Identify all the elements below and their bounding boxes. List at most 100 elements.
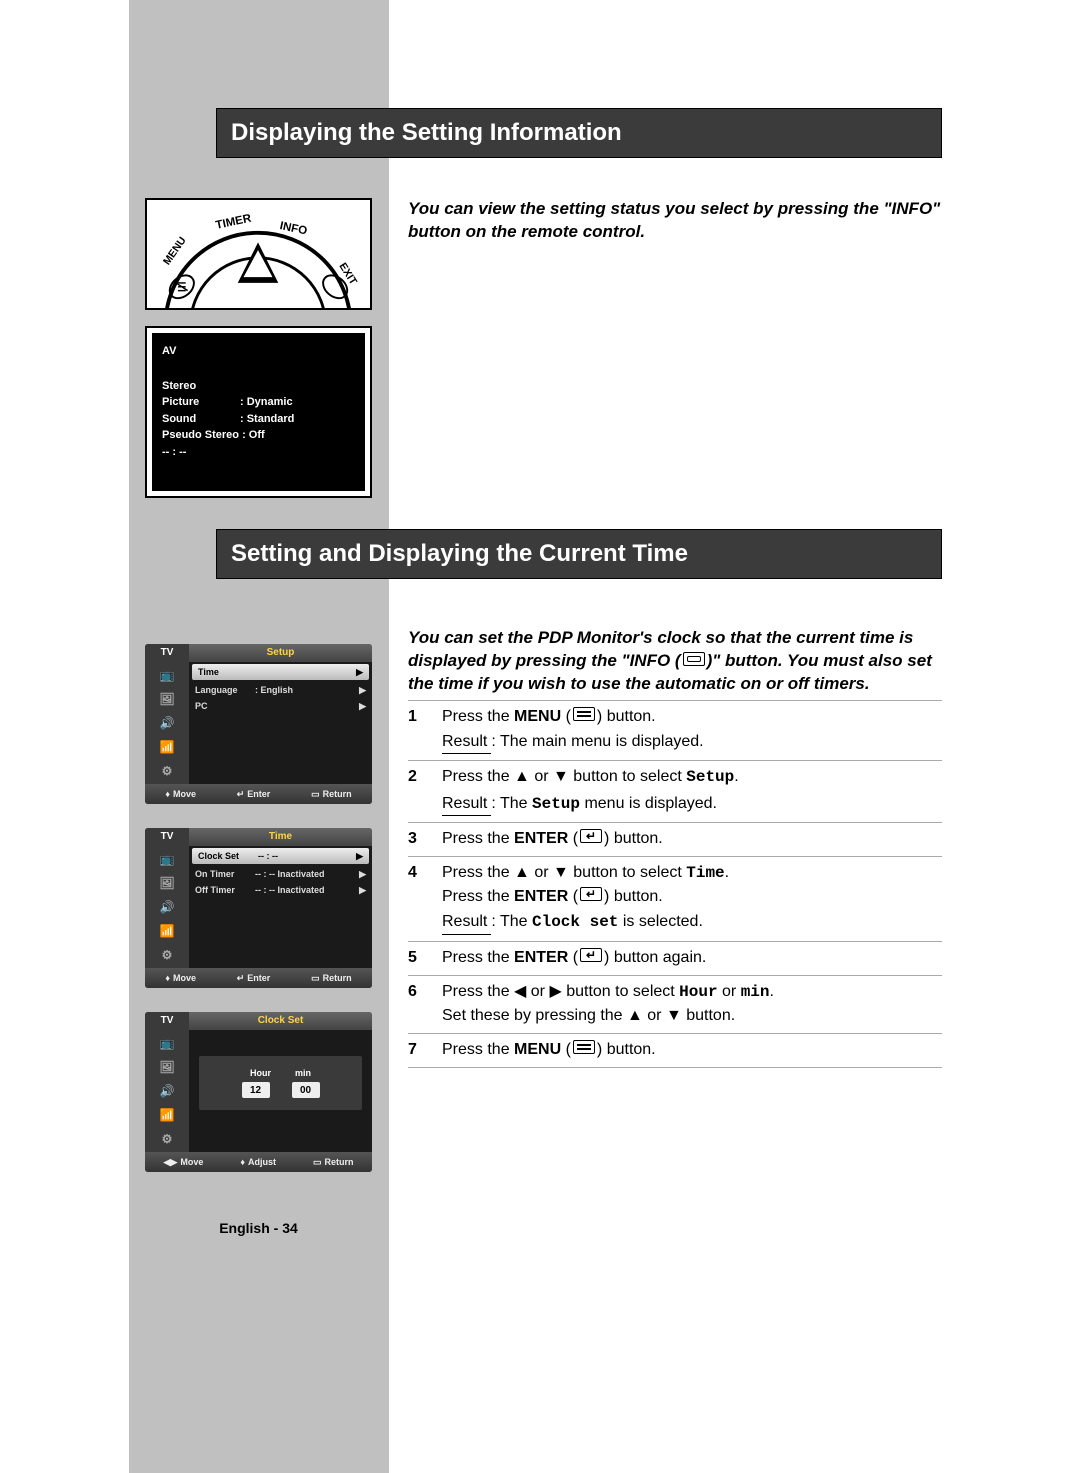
menu-icon xyxy=(573,1040,595,1054)
step-text: ( xyxy=(568,888,578,905)
osd-footer-move-2: ♦ Move xyxy=(165,973,196,983)
osd-row: PC ▶ xyxy=(189,698,372,714)
osd-footer-move-3: ◀▶ Move xyxy=(164,1157,204,1168)
osd-tv-label: TV xyxy=(145,644,189,662)
enter-icon xyxy=(580,948,602,962)
intro-text-1: You can view the setting status you sele… xyxy=(408,198,942,244)
step-text: ) button. xyxy=(597,708,656,725)
step-number: 4 xyxy=(408,861,442,935)
step-text: Press the xyxy=(442,1041,514,1058)
section-title-2-text: Setting and Displaying the Current Time xyxy=(231,540,688,567)
result-label: Result xyxy=(442,792,491,816)
step-text: or xyxy=(718,983,741,1000)
step-text: Time xyxy=(686,864,724,882)
result-value: The Setup menu is displayed. xyxy=(500,795,717,812)
step-text: ) button. xyxy=(604,888,663,905)
osd-row-key: Off Timer xyxy=(195,885,251,895)
step-text: MENU xyxy=(514,1041,561,1058)
osd-row-key: Clock Set xyxy=(198,851,254,861)
osd-icon-setup: ⚙ xyxy=(156,762,178,780)
osd-icon-picture: 🖼 xyxy=(156,690,178,708)
menu-icon xyxy=(573,707,595,721)
osd-row-key: Language xyxy=(195,685,251,695)
remote-timer-label: TIMER xyxy=(215,213,253,232)
step-text: The xyxy=(500,795,532,812)
osd-footer-return: ▭ Return xyxy=(311,789,352,800)
step-row: 1Press the MENU () button.Result: The ma… xyxy=(408,700,942,761)
step-row: 7Press the MENU () button. xyxy=(408,1034,942,1068)
info-sound-v: : Standard xyxy=(240,411,294,428)
info-osd-screenshot: AV Stereo Picture : Dynamic Sound : Stan… xyxy=(145,326,372,498)
osd-row-arrow: ▶ xyxy=(353,851,363,862)
osd-setup-screenshot: TV Setup 📺 🖼 🔊 📶 ⚙ Time▶Language: Englis… xyxy=(145,644,372,804)
osd-tv-label-2: TV xyxy=(145,828,189,846)
result-label: Result xyxy=(442,730,491,754)
step-body: Press the ENTER () button. xyxy=(442,827,942,850)
osd-icon-channel-2: 📶 xyxy=(156,922,178,940)
result-value: The Clock set is selected. xyxy=(500,913,703,930)
osd-row: On Timer-- : -- Inactivated▶ xyxy=(189,866,372,882)
section-title-1: Displaying the Setting Information xyxy=(216,108,942,158)
osd-row-arrow: ▶ xyxy=(356,701,366,712)
osd-row-key: PC xyxy=(195,701,251,711)
osd-footer-return-3: ▭ Return xyxy=(313,1157,354,1168)
step-text: Press the ▲ or ▼ button to select xyxy=(442,768,686,785)
step-body: Press the ENTER () button again. xyxy=(442,946,942,969)
osd-footer-return-2: ▭ Return xyxy=(311,973,352,984)
step-number: 1 xyxy=(408,705,442,754)
step-body: Press the ▲ or ▼ button to select Setup.… xyxy=(442,765,942,815)
osd-footer-enter-2: ↵ Enter xyxy=(237,973,271,984)
step-number: 6 xyxy=(408,980,442,1027)
step-number: 2 xyxy=(408,765,442,815)
step-text: Press the xyxy=(442,708,514,725)
page-number: English - 34 xyxy=(145,1220,372,1236)
step-text: Press the ▲ or ▼ button to select xyxy=(442,864,686,881)
step-text: . xyxy=(770,983,774,1000)
step-text: is selected. xyxy=(618,913,702,930)
osd-row-value: -- : -- Inactivated xyxy=(255,869,352,879)
osd-row: Clock Set-- : --▶ xyxy=(192,848,369,864)
step-row: 4Press the ▲ or ▼ button to select Time.… xyxy=(408,857,942,942)
osd-row: Time ▶ xyxy=(192,664,369,680)
step-text: Press the xyxy=(442,830,514,847)
step-text: min xyxy=(741,983,770,1001)
info-source: AV xyxy=(162,343,355,360)
remote-illustration: TIMER INFO MENU EXIT xyxy=(145,198,372,310)
step-text: Hour xyxy=(679,983,717,1001)
osd-icon-input-3: 📺 xyxy=(156,1034,178,1052)
osd-footer-move: ♦ Move xyxy=(165,789,196,799)
osd-row: Language: English▶ xyxy=(189,682,372,698)
osd-icon-setup-3: ⚙ xyxy=(156,1130,178,1148)
osd-icon-channel-3: 📶 xyxy=(156,1106,178,1124)
intro-text-2: You can set the PDP Monitor's clock so t… xyxy=(408,627,942,696)
step-text: ) button. xyxy=(597,1041,656,1058)
step-body: Press the MENU () button.Result: The mai… xyxy=(442,705,942,754)
osd-icon-input-2: 📺 xyxy=(156,850,178,868)
clock-min-value: 00 xyxy=(292,1082,320,1098)
step-text: Press the xyxy=(442,888,514,905)
remote-menu-label: MENU xyxy=(161,235,189,267)
step-text: ) button again. xyxy=(604,949,706,966)
step-row: 6Press the ◀ or ▶ button to select Hour … xyxy=(408,976,942,1034)
step-row: 2Press the ▲ or ▼ button to select Setup… xyxy=(408,761,942,822)
osd-tv-label-3: TV xyxy=(145,1012,189,1030)
osd-row-value: -- : -- Inactivated xyxy=(255,885,352,895)
clock-hour-label: Hour xyxy=(250,1068,271,1078)
osd-row: Off Timer-- : -- Inactivated▶ xyxy=(189,882,372,898)
osd-row-arrow: ▶ xyxy=(353,667,363,678)
step-row: 3Press the ENTER () button. xyxy=(408,823,942,857)
step-text: ( xyxy=(568,949,578,966)
step-text: ) button. xyxy=(604,830,663,847)
step-text: The xyxy=(500,913,532,930)
osd-row-key: Time xyxy=(198,667,254,677)
enter-icon xyxy=(580,829,602,843)
step-text: ( xyxy=(561,1041,571,1058)
result-label: Result xyxy=(442,910,491,934)
step-text: Setup xyxy=(686,768,734,786)
step-text: Clock set xyxy=(532,913,618,931)
osd-clockset-title: Clock Set xyxy=(189,1012,372,1030)
osd-icon-sound-2: 🔊 xyxy=(156,898,178,916)
step-text: ENTER xyxy=(514,888,568,905)
step-text: menu is displayed. xyxy=(580,795,717,812)
osd-icon-input: 📺 xyxy=(156,666,178,684)
